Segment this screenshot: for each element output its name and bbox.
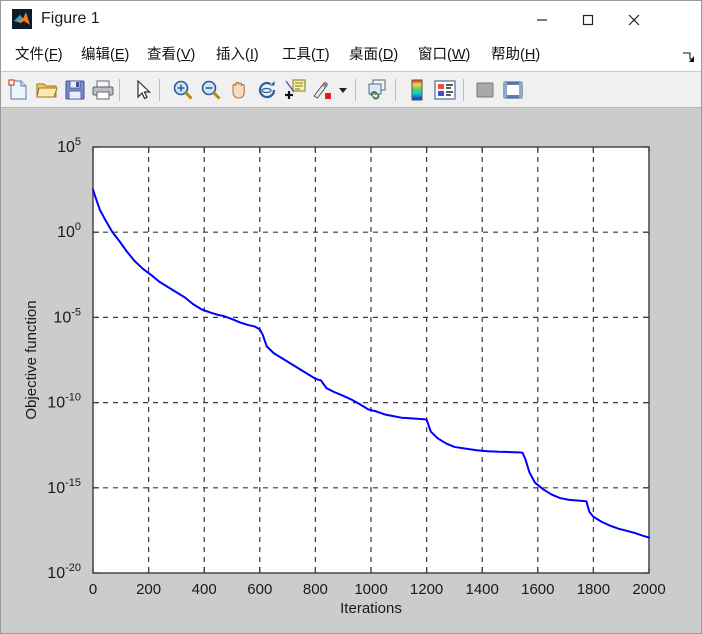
zoom-out-icon[interactable]: [197, 76, 225, 104]
menu-mnemonic: H: [524, 47, 536, 63]
save-figure-icon[interactable]: [61, 76, 89, 104]
maximize-button[interactable]: [565, 1, 611, 38]
menu-label: 文件: [15, 47, 44, 63]
print-figure-icon[interactable]: [89, 76, 117, 104]
menu-label: 查看: [147, 47, 176, 63]
y-axis-label: Objective function: [23, 300, 40, 419]
menu-item-window[interactable]: 窗口(W): [418, 45, 470, 65]
figure-canvas[interactable]: 0 200 400 600 800 1000 1200 1400 1600 1800 2000 10…: [2, 109, 700, 633]
pointer-select-icon[interactable]: [129, 76, 157, 104]
menu-item-tools[interactable]: 工具(T): [282, 45, 330, 65]
x-tick-label: 600: [247, 581, 272, 598]
x-axis-label: Iterations: [340, 600, 402, 617]
menu-item-desktop[interactable]: 桌面(D): [349, 45, 398, 65]
menu-bar: 文件(F) 编辑(E) 查看(V) 插入(I) 工具(T) 桌面(D) 窗口(W…: [1, 38, 701, 72]
axes-plot[interactable]: 0 200 400 600 800 1000 1200 1400 1600 1800 2000 10…: [2, 109, 700, 633]
menu-item-insert[interactable]: 插入(I): [216, 45, 259, 65]
menu-mnemonic: D: [382, 47, 394, 63]
x-tick-label: 1800: [577, 581, 610, 598]
menu-label: 窗口: [418, 47, 447, 63]
menu-label: 桌面: [349, 47, 378, 63]
new-figure-icon[interactable]: [5, 76, 33, 104]
x-tick-label: 400: [192, 581, 217, 598]
toolbar-separator: [159, 79, 160, 101]
menu-label: 工具: [282, 47, 311, 63]
menu-item-help[interactable]: 帮助(H): [491, 45, 540, 65]
legend-icon[interactable]: [431, 76, 459, 104]
menu-mnemonic: E: [114, 47, 125, 63]
zoom-in-icon[interactable]: [169, 76, 197, 104]
brush-dropdown-icon[interactable]: [337, 76, 349, 104]
matlab-logo-icon: [12, 9, 32, 29]
x-tick-label: 1400: [466, 581, 499, 598]
toolbar-separator: [463, 79, 464, 101]
minimize-button[interactable]: [519, 1, 565, 38]
menu-mnemonic: W: [451, 47, 466, 63]
link-plot-icon[interactable]: [363, 76, 391, 104]
x-tick-label: 1600: [521, 581, 554, 598]
toolbar: [1, 72, 701, 108]
menu-mnemonic: F: [48, 47, 58, 63]
window-title: Figure 1: [41, 10, 100, 27]
menu-item-view[interactable]: 查看(V): [147, 45, 195, 65]
hide-plot-tools-icon[interactable]: [471, 76, 499, 104]
x-tick-label: 800: [303, 581, 328, 598]
menu-label: 插入: [216, 47, 245, 63]
toolbar-separator: [119, 79, 120, 101]
x-tick-label: 0: [89, 581, 97, 598]
menu-mnemonic: V: [180, 47, 191, 63]
title-bar: Figure 1: [1, 1, 701, 38]
x-tick-label: 2000: [632, 581, 665, 598]
brush-data-icon[interactable]: [309, 76, 337, 104]
menu-label: 帮助: [491, 47, 520, 63]
data-cursor-icon[interactable]: [281, 76, 309, 104]
x-tick-label: 200: [136, 581, 161, 598]
x-tick-label: 1200: [410, 581, 443, 598]
menu-item-edit[interactable]: 编辑(E): [81, 45, 129, 65]
menu-item-file[interactable]: 文件(F): [15, 45, 63, 65]
overflow-arrow-icon[interactable]: [681, 50, 695, 64]
colorbar-icon[interactable]: [403, 76, 431, 104]
menu-label: 编辑: [81, 47, 110, 63]
toolbar-separator: [395, 79, 396, 101]
toolbar-separator: [355, 79, 356, 101]
figure-window: Figure 1 文件(F) 编辑(E) 查看(V) 插入(I) 工具(T) 桌…: [0, 0, 702, 634]
menu-mnemonic: T: [315, 47, 325, 63]
show-plot-tools-icon[interactable]: [499, 76, 527, 104]
pan-hand-icon[interactable]: [225, 76, 253, 104]
close-button[interactable]: [611, 1, 657, 38]
x-tick-label: 1000: [354, 581, 387, 598]
rotate-3d-icon[interactable]: [253, 76, 281, 104]
open-file-icon[interactable]: [33, 76, 61, 104]
